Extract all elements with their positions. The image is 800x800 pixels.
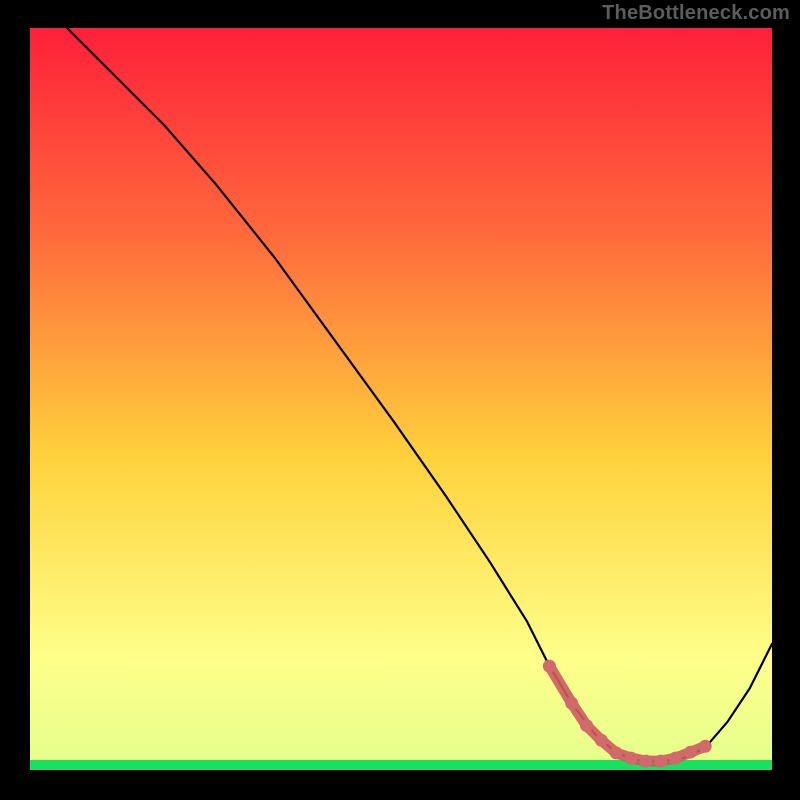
optimal-range-marker — [625, 752, 638, 765]
bottleneck-chart — [0, 0, 800, 800]
optimal-range-marker — [543, 660, 556, 673]
optimal-range-marker — [639, 755, 652, 768]
optimal-range-marker — [669, 752, 682, 765]
optimal-range-marker — [565, 697, 578, 710]
optimal-range-marker — [610, 746, 623, 759]
attribution-label: TheBottleneck.com — [602, 2, 790, 25]
optimal-range-marker — [595, 734, 608, 747]
optimal-range-marker — [654, 755, 667, 768]
optimal-range-marker — [684, 746, 697, 759]
plot-background — [30, 28, 772, 770]
optimal-range-marker — [580, 719, 593, 732]
optimal-range-marker — [699, 740, 712, 753]
